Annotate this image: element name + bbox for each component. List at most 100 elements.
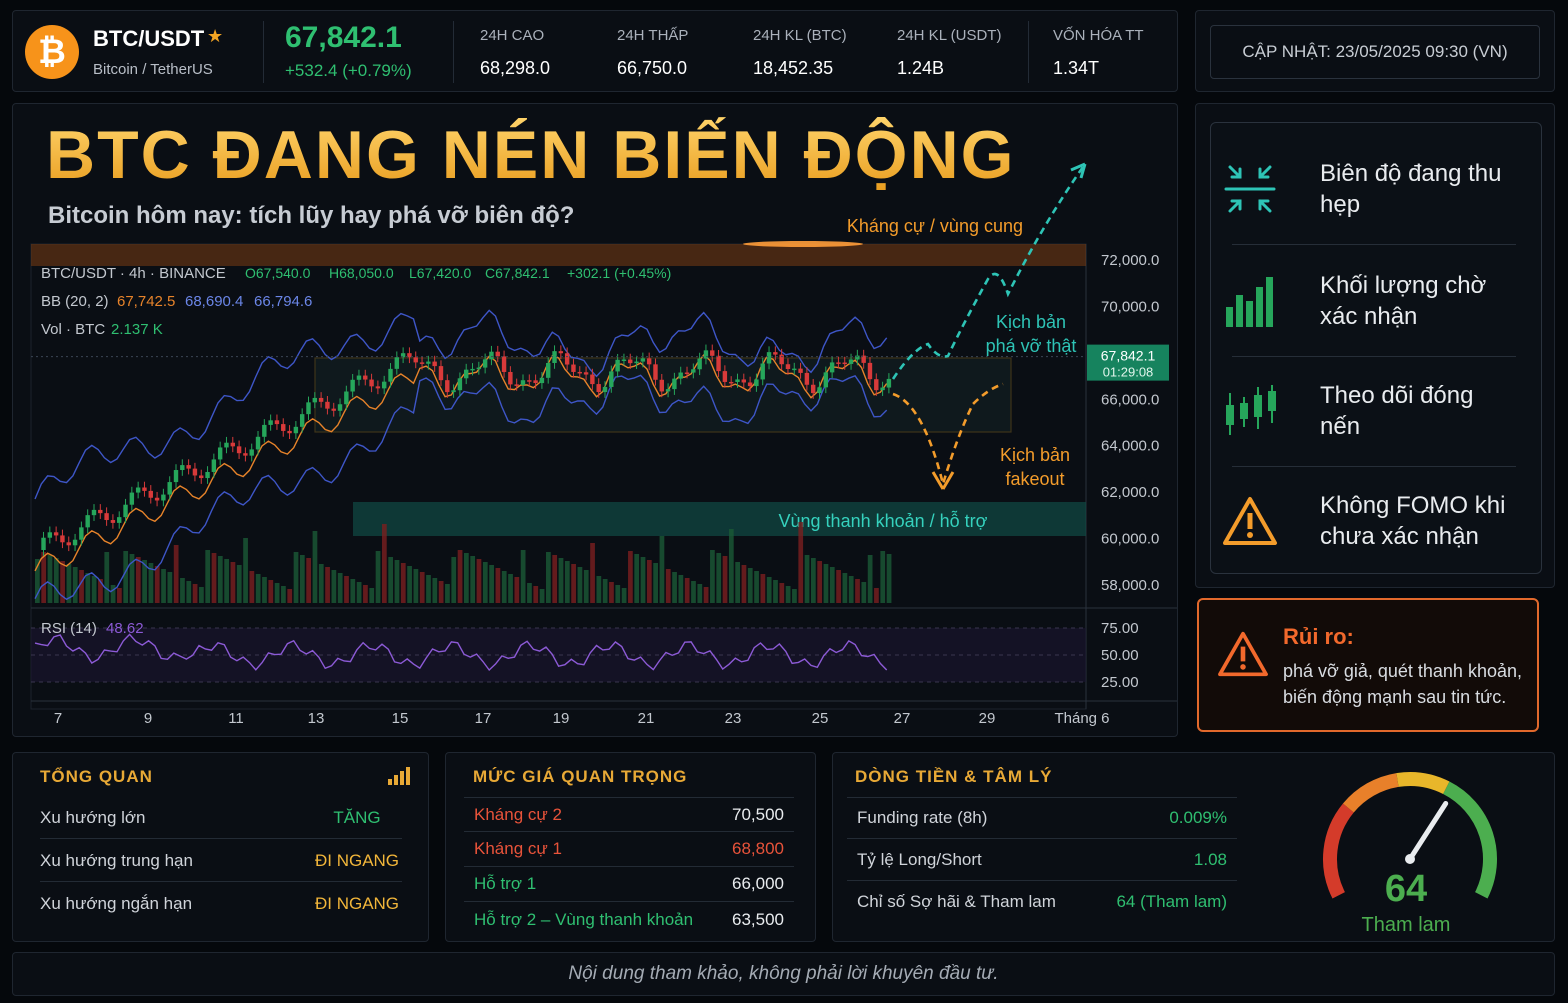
volume-bar [804,555,810,603]
time-tick: 17 [475,710,492,727]
candle [628,359,633,364]
volume-bar [564,561,570,603]
flow-value: 0.009% [1169,808,1227,827]
candle [495,351,500,357]
candle [527,380,532,382]
volume-bar [293,552,299,603]
volume-bar [388,557,394,603]
row-value: ĐI NGANG [314,894,400,913]
volume-bar [678,575,684,603]
volume-bar [154,566,160,603]
time-tick: 9 [144,710,152,727]
volume-bar [236,565,242,603]
footer: Nội dung tham khảo, không phải lời khuyê… [12,952,1555,996]
price-chart[interactable]: Kháng cự / vùng cung Vùng thanh khoản / h… [13,104,1178,737]
risk-callout: Rủi ro: phá vỡ giả, quét thanh khoản, bi… [1197,598,1539,732]
volume-bar [590,543,595,603]
candle [710,350,715,356]
flow-row: Chỉ số Sợ hãi & Tham lam 64 (Tham lam) [847,881,1237,923]
row-value: ĐI NGANG [314,850,400,870]
volume-bar [281,586,286,603]
bitcoin-icon: ₿ [25,25,79,79]
candle [634,361,639,364]
volume-bar [760,574,766,603]
volume-bar [798,522,804,603]
volume-bar [684,578,690,603]
volume-bar [703,587,709,603]
stat-market-cap: VỐN HÓA TT 1.34T [1053,27,1144,79]
candle [829,362,835,373]
time-tick: 25 [812,710,829,727]
candle [268,420,273,425]
volume-bar [312,531,318,603]
candle [53,532,59,536]
candle [823,372,829,388]
candle [621,359,627,361]
candle [318,397,324,402]
resistance-label: Kháng cự / vùng cung [847,216,1023,236]
price-tick: 60,000.0 [1101,530,1159,547]
volume-bar [741,565,747,603]
volume-bar [413,569,419,603]
volume-bar [489,565,494,603]
volume-bar [167,572,173,603]
candle [508,371,513,385]
candle [211,459,217,472]
volume-bar [552,555,558,603]
volume-bar [747,568,753,603]
candle [539,377,545,384]
row-label: Xu hướng ngắn hạn [40,894,193,913]
candle-timer: 01:29:08 [1103,365,1154,380]
section-title: DÒNG TIỀN & TÂM LÝ [855,767,1053,786]
candle [596,384,601,393]
volume-bar [766,577,772,603]
signal-text: Biên độ đang thu hẹp [1320,160,1502,218]
candle [217,447,223,460]
volume-bar [318,564,324,603]
candle [716,355,721,372]
signal-bars-icon [388,767,410,790]
flow-label: Chỉ số Sợ hãi & Tham lam [857,892,1056,911]
candle [161,494,166,501]
volume-bar [180,578,185,603]
volume-bar [432,578,438,603]
volume-bar [836,570,841,603]
candle [104,513,109,521]
last-price: 67,842.1 [285,21,402,54]
candle [810,384,816,394]
time-tick: 23 [725,710,742,727]
candle [640,358,646,362]
section-title: MỨC GIÁ QUAN TRỌNG [473,767,688,786]
candle [356,375,362,380]
candle [205,471,210,479]
volume-bar [583,570,589,603]
candle [192,468,198,476]
risk-title: Rủi ro: [1283,624,1354,649]
volume-bar [867,555,873,603]
volume-bar [217,556,223,603]
volume-bar [672,572,677,603]
legend-bb-upper: 68,690.4 [185,293,243,310]
price-tick: 64,000.0 [1101,438,1159,455]
candle [173,470,179,483]
gauge-value: 64 [1385,868,1427,910]
volume-bar [243,538,248,603]
candle [199,475,204,479]
volume-bars-icon [1210,273,1290,329]
overview-row: Xu hướng trung hạn ĐI NGANG [40,840,402,882]
candle [583,372,589,375]
candle [79,527,84,540]
rsi-tick: 75.00 [1101,620,1139,637]
candle [306,402,311,415]
breakout-arrowhead [1070,162,1087,179]
time-tick: Tháng 6 [1054,710,1109,727]
volume-bar [722,556,728,603]
pair-symbol[interactable]: BTC/USDT [93,26,204,52]
volume-bar [539,589,545,603]
level-row: Hỗ trợ 2 – Vùng thanh khoản 63,500 [464,902,794,937]
volume-bar [754,571,759,603]
volume-bar [842,573,848,603]
candle [167,482,172,495]
star-icon[interactable]: ★ [207,26,223,47]
gauge-label: Tham lam [1362,914,1451,936]
